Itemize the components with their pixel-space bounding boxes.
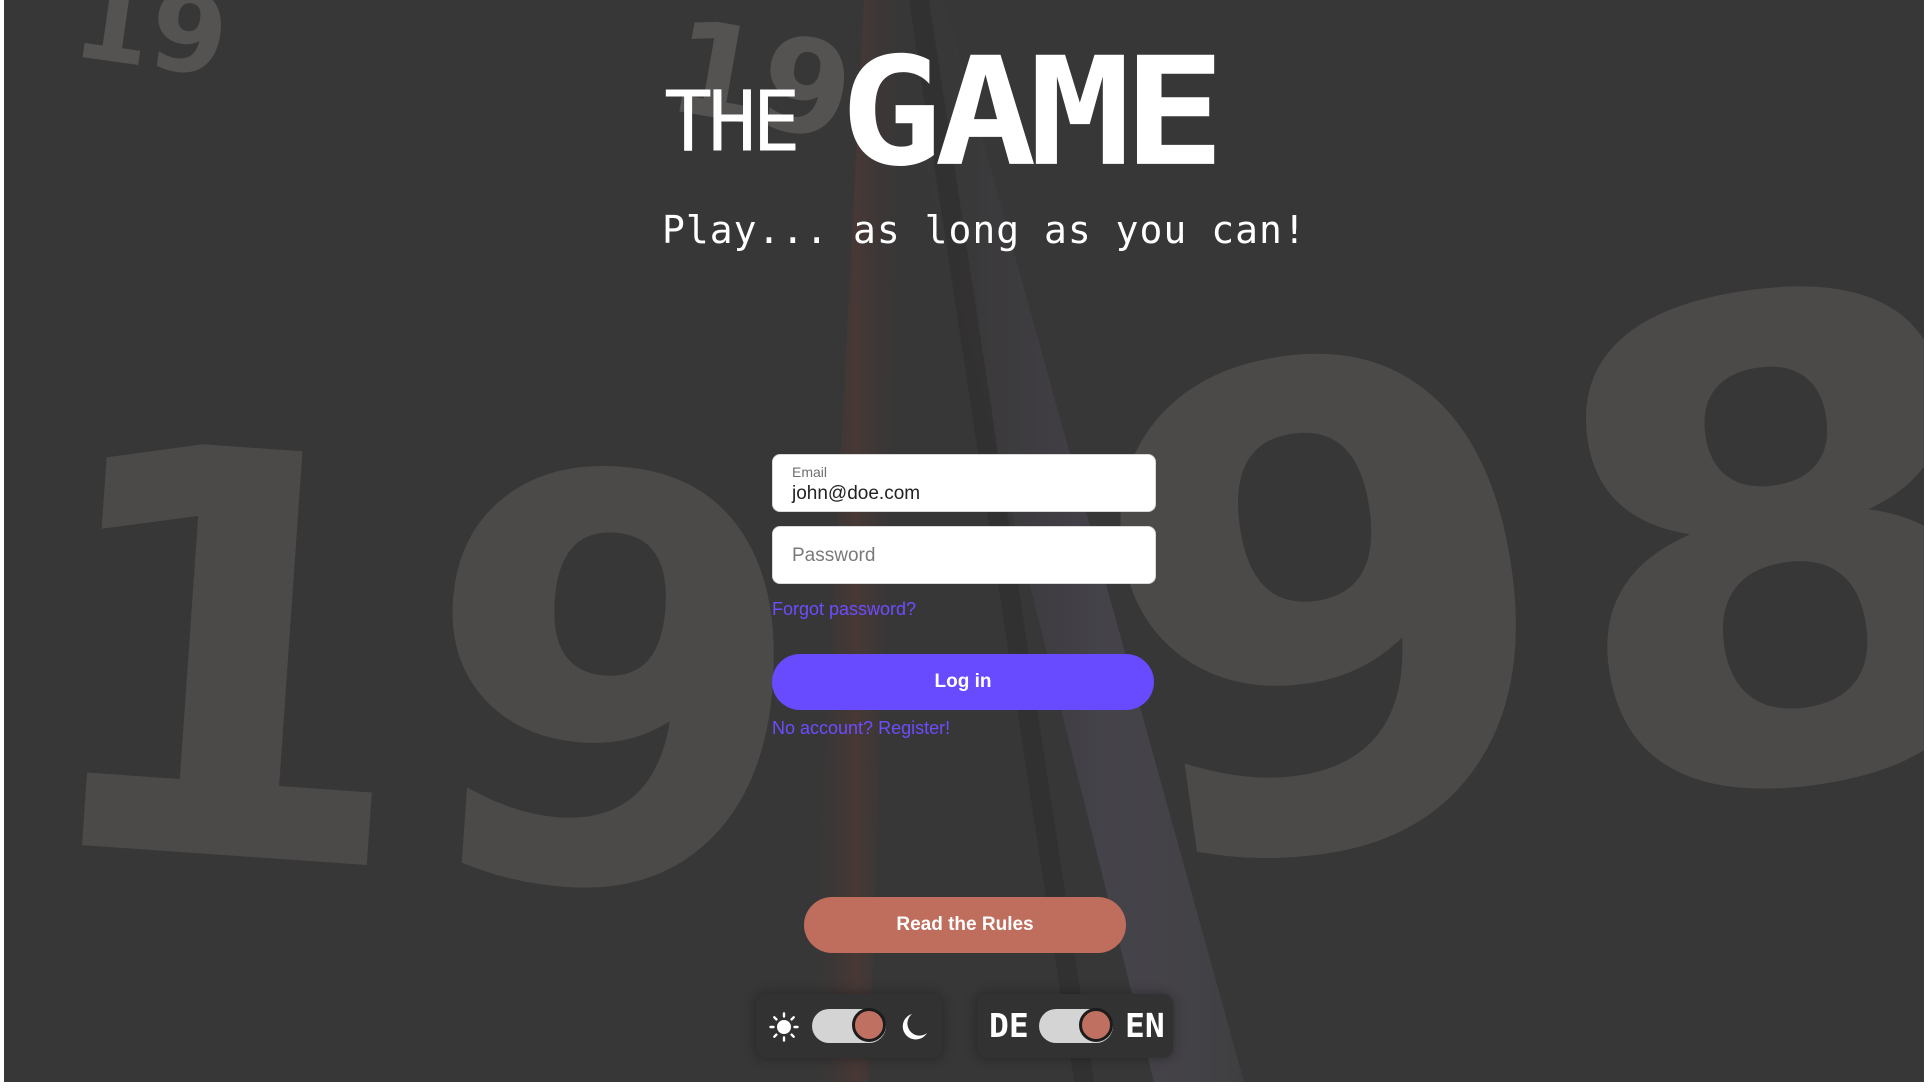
- password-field[interactable]: Password: [772, 526, 1156, 584]
- theme-switch-knob[interactable]: [852, 1008, 886, 1042]
- language-toggle[interactable]: DE EN: [977, 994, 1173, 1058]
- game-logo: THE GAME: [664, 38, 1264, 188]
- login-screen: 19 98 19 19 THE GAME Play... as long as …: [4, 0, 1924, 1082]
- theme-toggle[interactable]: [756, 994, 942, 1058]
- language-en-label: EN: [1125, 1006, 1165, 1045]
- sun-icon: [769, 1012, 799, 1042]
- login-form: Email john@doe.com Password Forgot passw…: [772, 454, 1158, 739]
- forgot-password-link[interactable]: Forgot password?: [772, 599, 1158, 620]
- background-number: 98: [1048, 136, 1924, 1025]
- language-switch-knob[interactable]: [1079, 1008, 1113, 1042]
- register-link[interactable]: No account? Register!: [772, 718, 1158, 739]
- read-rules-button[interactable]: Read the Rules: [804, 897, 1126, 953]
- login-button[interactable]: Log in: [772, 654, 1154, 710]
- language-switch[interactable]: [1039, 1008, 1113, 1043]
- logo-game-text: GAME: [840, 25, 1225, 200]
- email-label: Email: [792, 464, 828, 480]
- tagline: Play... as long as you can!: [662, 208, 1307, 252]
- background-number: 19: [7, 323, 830, 1028]
- language-de-label: DE: [989, 1006, 1029, 1045]
- email-field[interactable]: Email john@doe.com: [772, 454, 1156, 512]
- background-number: 19: [66, 0, 235, 102]
- logo-the-text: THE: [664, 72, 800, 171]
- theme-switch[interactable]: [812, 1008, 886, 1043]
- email-input[interactable]: john@doe.com: [792, 483, 920, 505]
- password-input[interactable]: Password: [792, 545, 875, 567]
- moon-icon: [902, 1014, 927, 1040]
